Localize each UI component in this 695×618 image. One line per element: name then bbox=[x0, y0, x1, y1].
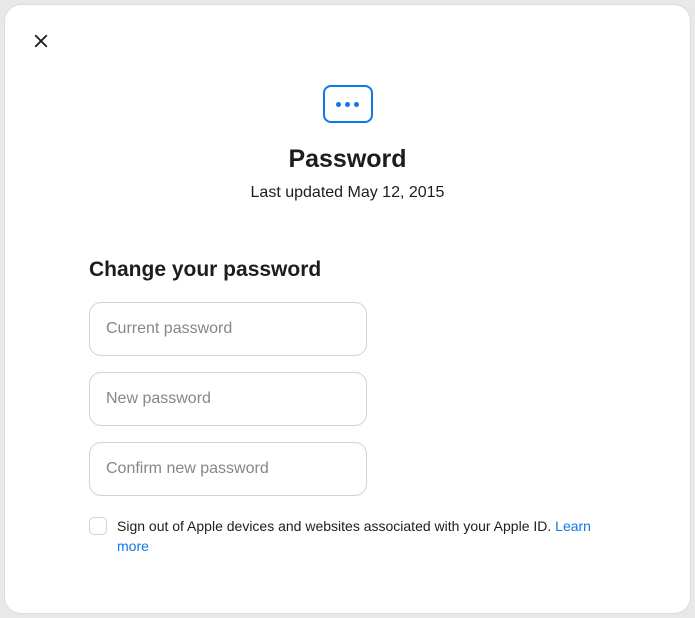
last-updated-text: Last updated May 12, 2015 bbox=[251, 184, 445, 202]
signout-label-text: Sign out of Apple devices and websites a… bbox=[117, 518, 555, 534]
modal-title: Password bbox=[288, 145, 406, 174]
password-modal: Password Last updated May 12, 2015 Chang… bbox=[5, 5, 690, 613]
change-password-form: Change your password Sign out of Apple d… bbox=[33, 258, 662, 557]
close-icon bbox=[32, 32, 50, 50]
form-heading: Change your password bbox=[89, 258, 606, 282]
modal-header: Password Last updated May 12, 2015 bbox=[33, 85, 662, 202]
signout-label: Sign out of Apple devices and websites a… bbox=[117, 516, 606, 557]
new-password-input[interactable] bbox=[89, 372, 367, 426]
password-dots-icon bbox=[323, 85, 373, 123]
signout-checkbox-row: Sign out of Apple devices and websites a… bbox=[89, 516, 606, 557]
close-button[interactable] bbox=[29, 29, 53, 53]
current-password-input[interactable] bbox=[89, 302, 367, 356]
signout-checkbox[interactable] bbox=[89, 517, 107, 535]
confirm-password-input[interactable] bbox=[89, 442, 367, 496]
